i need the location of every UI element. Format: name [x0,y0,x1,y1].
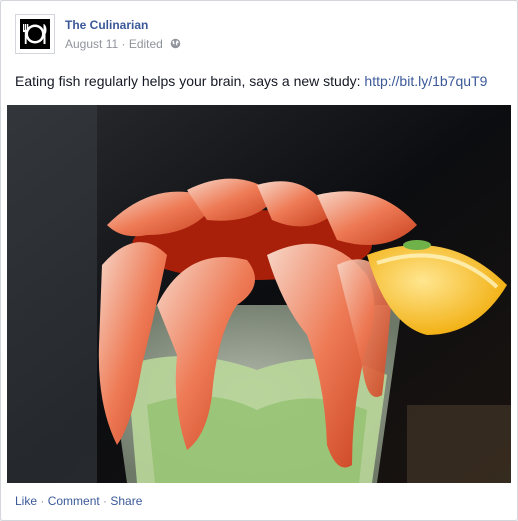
post-status-text: Eating fish regularly helps your brain, … [15,73,487,89]
like-link[interactable]: Like [15,494,37,508]
plate-fork-knife-icon [16,15,54,53]
post-header: The Culinarian August 11 · Edited [15,14,503,56]
action-separator: · [99,494,111,508]
edited-label[interactable]: Edited [129,37,163,51]
status-message: Eating fish regularly helps your brain, … [15,73,365,89]
page-name-link[interactable]: The Culinarian [65,18,148,32]
share-link[interactable]: Share [110,494,142,508]
facebook-post-card: The Culinarian August 11 · Edited Eating… [0,0,518,521]
action-separator: · [37,494,48,508]
status-link[interactable]: http://bit.ly/1b7quT9 [364,73,487,89]
comment-link[interactable]: Comment [48,494,100,508]
post-photo[interactable] [7,105,511,483]
post-meta: August 11 · Edited [65,36,181,51]
post-date[interactable]: August 11 [65,37,118,51]
meta-separator: · [118,36,129,51]
shrimp-cocktail-photo [7,105,511,483]
page-avatar[interactable] [15,14,55,54]
post-actions: Like · Comment · Share [15,494,142,508]
globe-icon[interactable] [170,38,181,49]
